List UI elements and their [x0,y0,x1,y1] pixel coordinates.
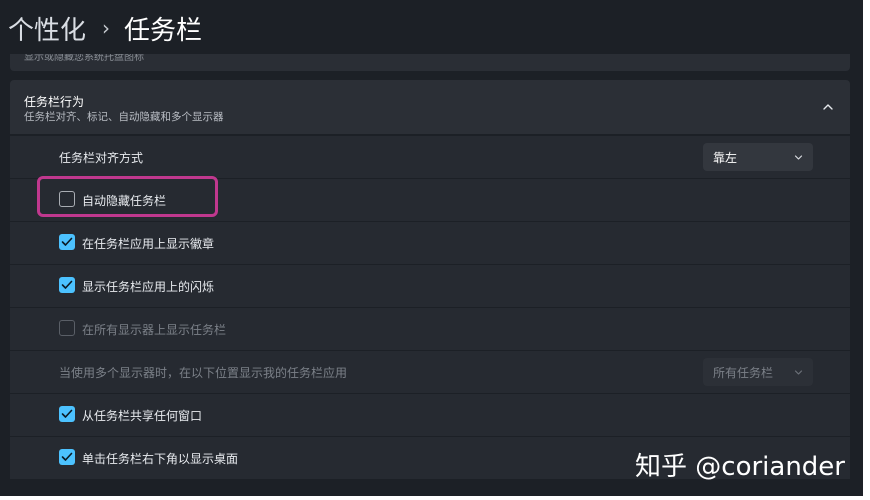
page-title: 任务栏 [124,15,203,46]
checkmark-icon [61,237,73,246]
multi-display-label: 当使用多个显示器时，在以下位置显示我的任务栏应用 [59,366,348,380]
flashing-checkbox[interactable] [59,277,75,293]
flashing-label: 显示任务栏应用上的闪烁 [82,280,215,294]
badges-checkbox[interactable] [59,234,75,250]
share-window-label: 从任务栏共享任何窗口 [82,409,203,423]
share-window-checkbox[interactable] [59,406,75,422]
multi-display-dropdown: 所有任务栏 [703,358,813,386]
multi-display-value: 所有任务栏 [713,366,774,380]
watermark: 知乎 @coriander [635,452,845,482]
taskbar-behaviors-header[interactable]: 任务栏行为 任务栏对齐、标记、自动隐藏和多个显示器 [10,80,850,134]
badges-row[interactable]: 在任务栏应用上显示徽章 [10,222,850,264]
all-displays-label: 在所有显示器上显示任务栏 [82,323,227,337]
group-title: 任务栏行为 [24,95,85,109]
checkmark-icon [61,452,73,461]
show-desktop-label: 单击任务栏右下角以显示桌面 [82,452,239,466]
flashing-row[interactable]: 显示任务栏应用上的闪烁 [10,265,850,307]
previous-setting-card[interactable]: 显示或隐藏您系统托盘图标 [10,54,850,71]
chevron-up-icon[interactable] [822,101,834,113]
breadcrumb-parent[interactable]: 个性化 [8,10,86,47]
all-displays-row: 在所有显示器上显示任务栏 [10,308,850,350]
settings-window: 个性化 › 任务栏 显示或隐藏您系统托盘图标 任务栏行为 任务栏对齐、标记、自动… [0,0,863,496]
multi-display-row: 当使用多个显示器时，在以下位置显示我的任务栏应用 所有任务栏 [10,351,850,393]
show-desktop-checkbox[interactable] [59,449,75,465]
alignment-label: 任务栏对齐方式 [59,151,144,165]
breadcrumb-separator: › [102,16,111,40]
alignment-dropdown[interactable]: 靠左 [703,143,813,171]
chevron-down-icon [794,155,803,160]
checkmark-icon [61,280,73,289]
highlight-annotation [37,176,218,217]
breadcrumb: 个性化 › 任务栏 [0,0,863,56]
chevron-down-icon [794,370,803,375]
checkmark-icon [61,409,73,418]
all-displays-checkbox [59,320,75,336]
group-subtitle: 任务栏对齐、标记、自动隐藏和多个显示器 [24,111,224,123]
share-window-row[interactable]: 从任务栏共享任何窗口 [10,394,850,436]
alignment-row: 任务栏对齐方式 靠左 [10,136,850,178]
previous-setting-text: 显示或隐藏您系统托盘图标 [24,54,144,63]
badges-label: 在任务栏应用上显示徽章 [82,237,215,251]
alignment-value: 靠左 [713,151,738,165]
